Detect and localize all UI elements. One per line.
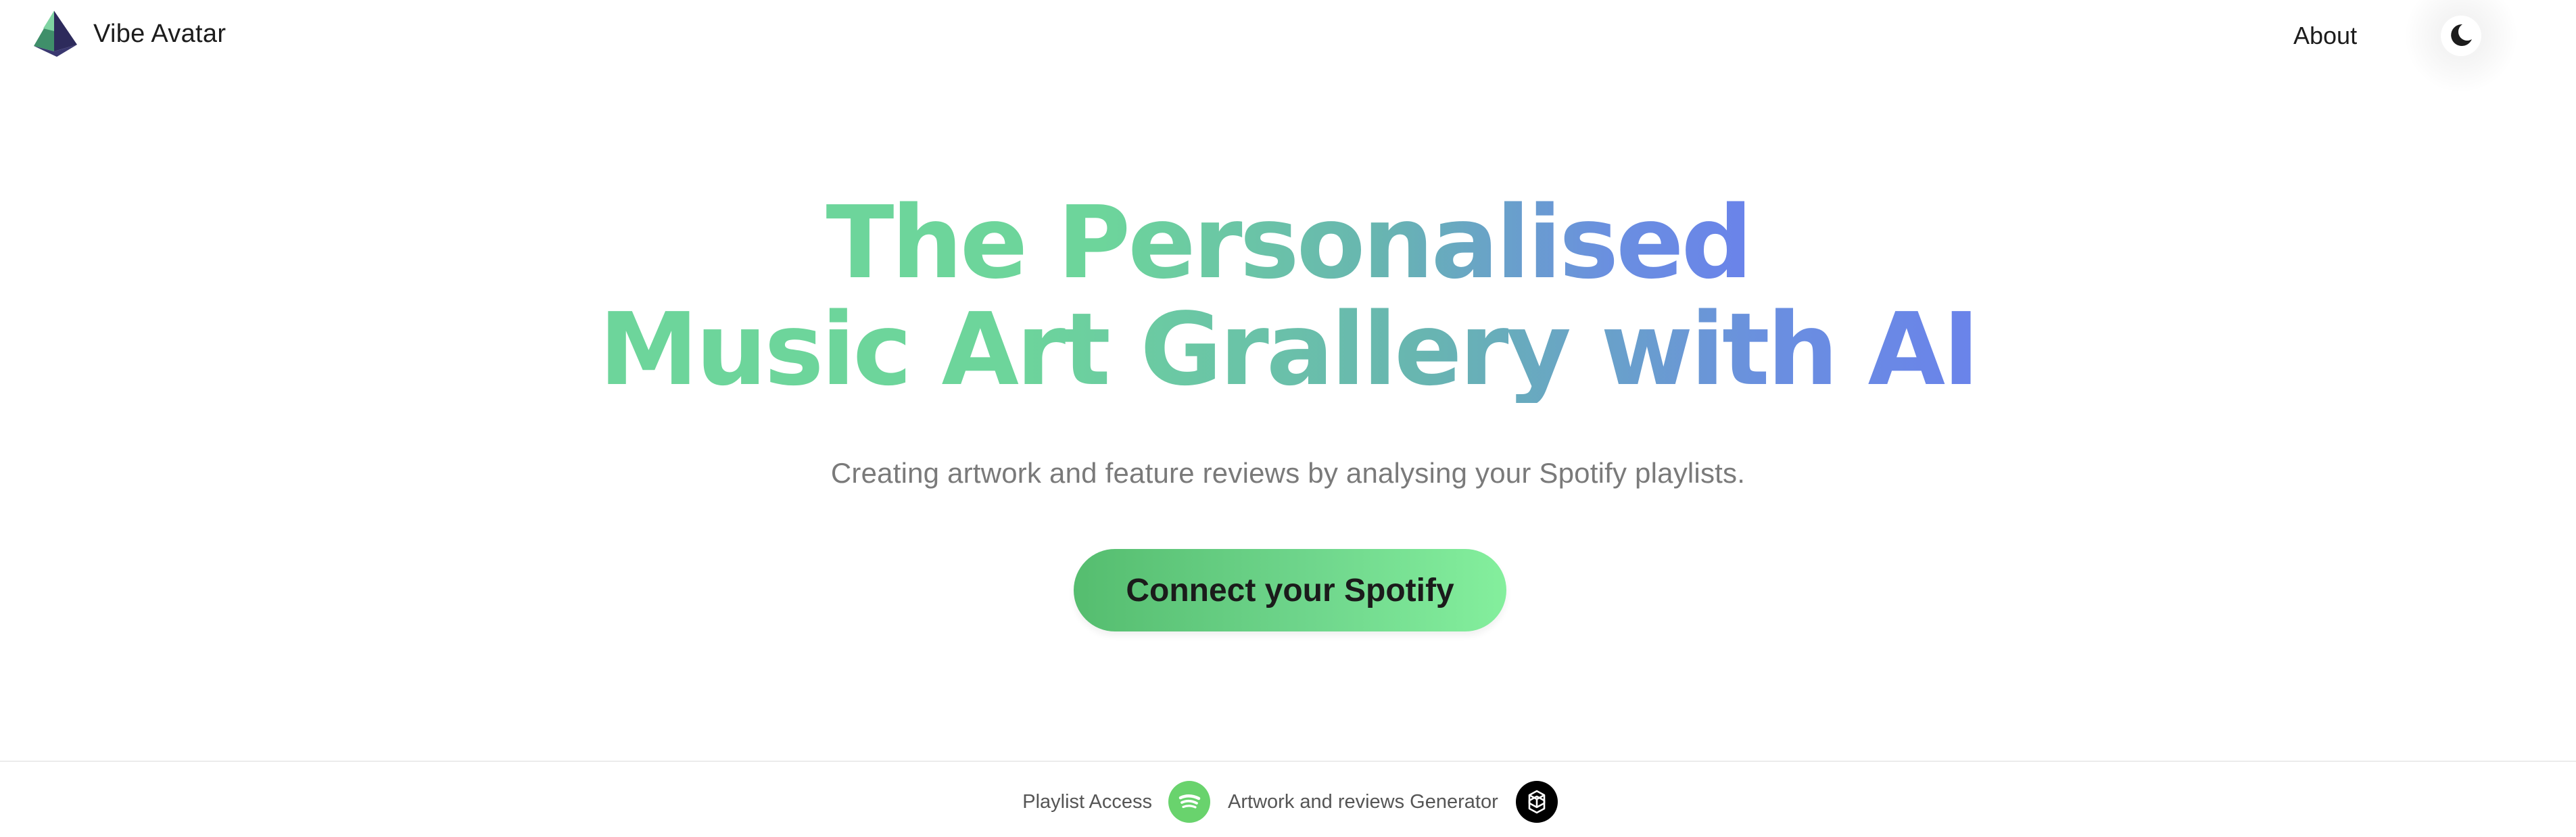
generator-label: Artwork and reviews Generator — [1228, 790, 1498, 813]
hero-subtitle: Creating artwork and feature reviews by … — [830, 457, 1746, 489]
spotify-icon[interactable] — [1168, 781, 1211, 823]
connect-spotify-button[interactable]: Connect your Spotify — [1074, 549, 1506, 631]
hero-title: The Personalised Music Art Grallery with… — [0, 189, 2576, 403]
openai-icon[interactable] — [1515, 781, 1558, 823]
logo-link[interactable]: Vibe Avatar — [30, 8, 226, 59]
top-nav: Vibe Avatar About — [0, 0, 2576, 93]
hero-title-line-2: Music Art Grallery with AI — [598, 291, 1980, 408]
logo-text: Vibe Avatar — [93, 19, 226, 48]
hero-section: The Personalised Music Art Grallery with… — [0, 189, 2576, 489]
pyramid-icon — [30, 8, 81, 59]
about-link[interactable]: About — [2293, 22, 2357, 50]
footer: Playlist Access Artwork and reviews Gene… — [0, 761, 2576, 837]
moon-icon — [2448, 22, 2475, 51]
page: Vibe Avatar About The Personalised Music… — [0, 0, 2576, 837]
theme-toggle-button[interactable] — [2404, 0, 2519, 93]
theme-toggle-inner — [2441, 16, 2481, 56]
hero-title-line-1: The Personalised — [826, 185, 1753, 301]
footer-credits: Playlist Access Artwork and reviews Gene… — [0, 781, 2576, 823]
playlist-access-label: Playlist Access — [1022, 790, 1153, 813]
